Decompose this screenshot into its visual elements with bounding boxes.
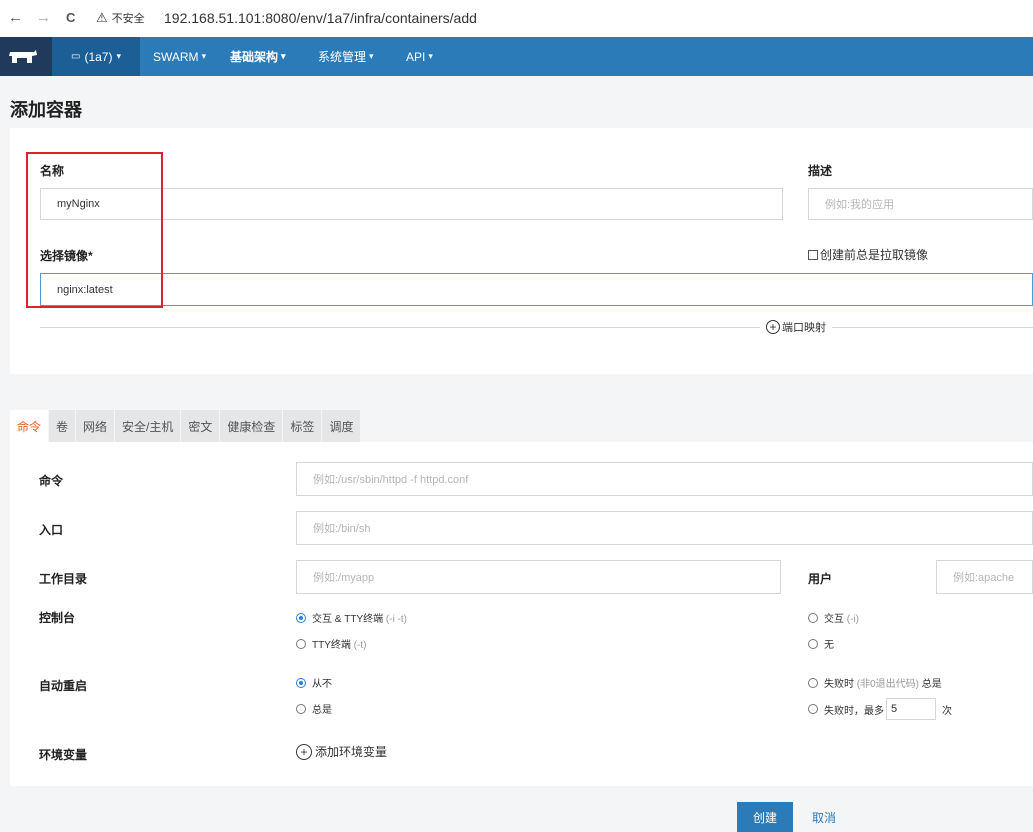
env-label: (1a7) (84, 49, 113, 64)
address-bar[interactable]: 192.168.51.101:8080/env/1a7/infra/contai… (164, 10, 477, 26)
description-input[interactable]: 例如:我的应用 (808, 188, 1033, 220)
logo[interactable] (0, 37, 52, 76)
highlight-box (26, 152, 163, 308)
restart-option-never[interactable]: 从不 (296, 675, 332, 690)
chevron-down-icon: ▾ (428, 51, 433, 61)
radio-icon (808, 704, 818, 714)
tab-labels[interactable]: 标签 (283, 410, 323, 442)
user-label: 用户 (808, 572, 833, 586)
restart-option-always[interactable]: 总是 (296, 701, 332, 716)
radio-icon (808, 638, 818, 649)
radio-icon (808, 677, 818, 688)
nav-api[interactable]: API ▾ (406, 37, 433, 76)
always-pull-checkbox[interactable]: 创建前总是拉取镜像 (808, 246, 928, 263)
tab-scheduling[interactable]: 调度 (322, 410, 362, 442)
chevron-down-icon: ▾ (116, 51, 121, 61)
tab-security-host[interactable]: 安全/主机 (115, 410, 182, 442)
radio-icon (296, 703, 306, 714)
security-warning[interactable]: ⚠ 不安全 (96, 7, 145, 29)
description-label: 描述 (808, 164, 833, 178)
env-icon: ▭ (71, 51, 81, 62)
plus-circle-icon: + (296, 743, 312, 760)
add-port-mapping-button[interactable]: + 端口映射 (760, 319, 832, 335)
tab-bar: 命令 卷 网络 安全/主机 密文 健康检查 标签 调度 (10, 410, 362, 442)
radio-checked-icon (296, 677, 306, 688)
app-navbar: ▭ (1a7) ▾ SWARM ▾ 基础架构 ▾ 系统管理 ▾ API ▾ (0, 37, 1033, 76)
forward-icon[interactable]: → (36, 9, 51, 26)
tab-volumes[interactable]: 卷 (49, 410, 77, 442)
warning-icon: ⚠ (96, 10, 108, 25)
browser-toolbar: ← → C ⚠ 不安全 192.168.51.101:8080/env/1a7/… (0, 0, 1033, 38)
image-input[interactable]: nginx:latest (40, 273, 1033, 306)
workdir-label: 工作目录 (39, 572, 88, 586)
command-label: 命令 (39, 474, 64, 488)
reload-icon[interactable]: C (66, 10, 75, 25)
console-option-none[interactable]: 无 (808, 636, 834, 651)
workdir-input[interactable]: 例如:/myapp (296, 560, 781, 594)
command-input[interactable]: 例如:/usr/sbin/httpd -f httpd.conf (296, 462, 1033, 496)
warning-label: 不安全 (111, 13, 145, 25)
entrypoint-input[interactable]: 例如:/bin/sh (296, 511, 1033, 545)
radio-checked-icon (296, 612, 306, 623)
back-icon[interactable]: ← (8, 9, 23, 26)
add-env-var-button[interactable]: + 添加环境变量 (296, 743, 387, 760)
nav-infra[interactable]: 基础架构 ▾ (230, 37, 286, 76)
tab-command[interactable]: 命令 (10, 410, 50, 442)
tab-network[interactable]: 网络 (76, 410, 116, 442)
radio-icon (296, 638, 306, 649)
page-title: 添加容器 (10, 100, 82, 120)
console-option-interactive-tty[interactable]: 交互 & TTY终端 (-i -t) (296, 610, 407, 625)
times-unit: 次 (942, 705, 952, 717)
cancel-button[interactable]: 取消 (812, 802, 836, 832)
tab-secrets[interactable]: 密文 (181, 410, 221, 442)
chevron-down-icon: ▾ (281, 51, 286, 61)
env-vars-label: 环境变量 (39, 748, 88, 762)
chevron-down-icon: ▾ (369, 51, 374, 61)
restart-label: 自动重启 (39, 679, 88, 693)
radio-icon (808, 612, 818, 623)
user-input[interactable]: 例如:apache (936, 560, 1033, 594)
create-button[interactable]: 创建 (737, 802, 793, 832)
restart-option-on-failure[interactable]: 失败时 (非0退出代码) 总是 (808, 675, 942, 690)
restart-option-on-failure-max[interactable]: 失败时，最多 5 次 (808, 698, 952, 720)
plus-circle-icon: + (766, 320, 780, 334)
nav-admin[interactable]: 系统管理 ▾ (318, 37, 374, 76)
nav-swarm[interactable]: SWARM ▾ (153, 37, 206, 76)
max-retries-input[interactable]: 5 (886, 698, 936, 720)
rancher-logo-icon (9, 50, 37, 63)
env-switcher[interactable]: ▭ (1a7) ▾ (52, 37, 140, 76)
checkbox-icon (808, 249, 818, 260)
tab-health-check[interactable]: 健康检查 (220, 410, 284, 442)
chevron-down-icon: ▾ (201, 51, 207, 61)
entrypoint-label: 入口 (39, 523, 64, 537)
console-option-tty[interactable]: TTY终端 (-t) (296, 636, 366, 651)
console-option-interactive[interactable]: 交互 (-i) (808, 610, 859, 625)
divider (40, 327, 1033, 328)
console-label: 控制台 (39, 611, 76, 625)
